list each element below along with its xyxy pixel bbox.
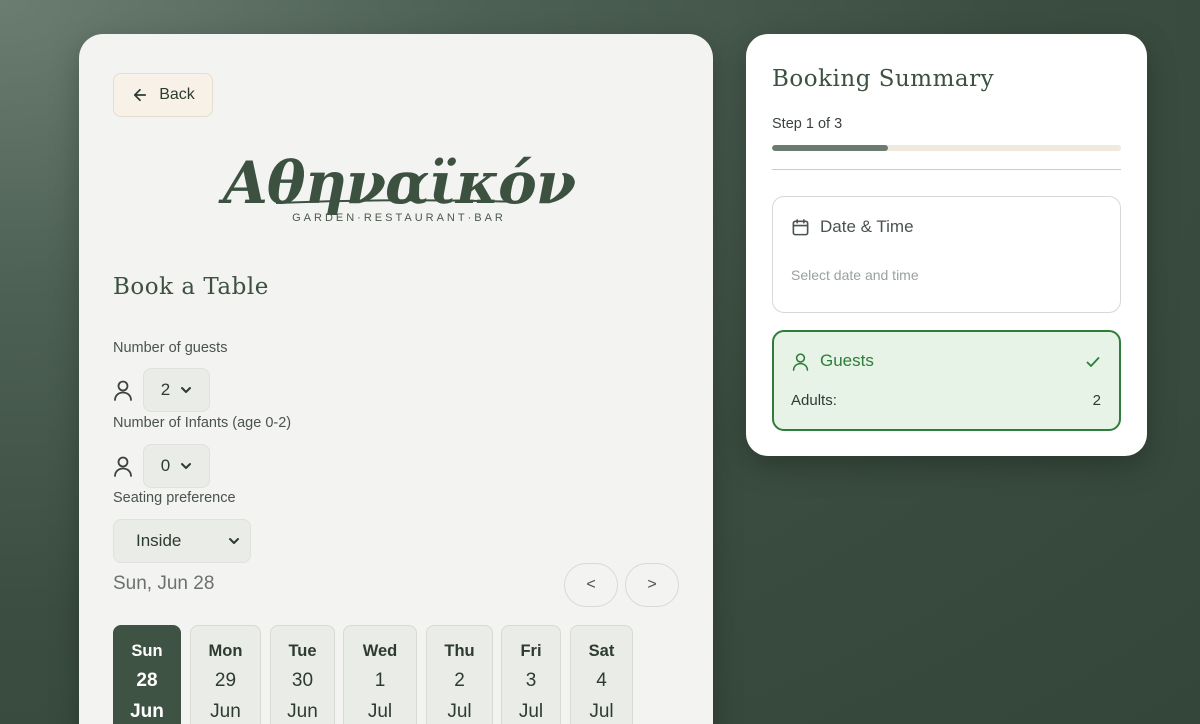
selected-date-heading: Sun, Jun 28 — [113, 573, 215, 594]
day-of-week: Thu — [444, 642, 475, 660]
booking-summary-card: Booking Summary Step 1 of 3 Date & Time … — [746, 34, 1147, 456]
seating-label: Seating preference — [113, 490, 236, 506]
day-number: 30 — [291, 670, 314, 691]
day-number: 28 — [136, 670, 158, 691]
day-month: Jun — [287, 701, 318, 722]
guests-select-value: 2 — [160, 380, 171, 399]
divider — [772, 169, 1121, 170]
summary-title: Booking Summary — [772, 66, 995, 92]
day-option[interactable]: Fri 3 Jul — [501, 625, 561, 724]
chevron-down-icon — [181, 463, 192, 469]
guests-section[interactable]: Guests Adults: 2 — [772, 330, 1121, 431]
chevron-down-icon — [229, 538, 239, 544]
day-option[interactable]: Sun 28 Jun — [113, 625, 181, 724]
day-of-week: Tue — [288, 642, 317, 660]
person-icon — [114, 380, 132, 401]
calendar-icon — [792, 218, 809, 235]
next-week-button[interactable]: > — [625, 563, 679, 607]
booking-card: Back Αθηναϊκόν GARDEN·RESTAURANT·BAR Boo… — [79, 34, 713, 724]
infants-select[interactable]: 0 — [143, 444, 210, 488]
adults-value: 2 — [1092, 392, 1101, 409]
page-title: Book a Table — [113, 274, 269, 300]
date-time-hint: Select date and time — [791, 267, 919, 283]
day-month: Jul — [518, 701, 544, 722]
back-button-label: Back — [159, 86, 195, 103]
logo-subtitle: GARDEN·RESTAURANT·BAR — [292, 212, 506, 224]
infants-select-value: 0 — [160, 456, 171, 475]
day-option[interactable]: Thu 2 Jul — [426, 625, 493, 724]
adults-label: Adults: — [791, 392, 837, 409]
day-number: 2 — [454, 670, 465, 691]
guests-select[interactable]: 2 — [143, 368, 210, 412]
seating-select[interactable]: Inside — [113, 519, 251, 563]
seating-select-value: Inside — [136, 531, 182, 550]
prev-week-button[interactable]: < — [564, 563, 618, 607]
guests-label: Number of guests — [113, 340, 228, 356]
day-number: 29 — [214, 670, 237, 691]
infants-label: Number of Infants (age 0-2) — [113, 415, 292, 431]
check-icon — [1086, 357, 1100, 367]
chevron-down-icon — [181, 387, 192, 393]
logo-swash — [275, 199, 523, 204]
day-month: Jul — [589, 701, 614, 722]
restaurant-logo: Αθηναϊκόν GARDEN·RESTAURANT·BAR — [223, 134, 576, 244]
day-option[interactable]: Mon 29 Jun — [190, 625, 261, 724]
progress-fill — [772, 145, 889, 151]
day-of-week: Wed — [362, 642, 398, 660]
step-indicator: Step 1 of 3 — [772, 116, 843, 132]
day-option[interactable]: Sat 4 Jul — [570, 625, 633, 724]
person-icon — [114, 456, 132, 477]
day-number: 1 — [374, 670, 386, 691]
day-month: Jun — [130, 701, 164, 722]
day-month: Jun — [210, 701, 241, 722]
progress-bar — [772, 145, 1121, 151]
day-option[interactable]: Wed 1 Jul — [343, 625, 417, 724]
guests-header: Guests — [791, 351, 874, 371]
date-time-section[interactable]: Date & Time Select date and time — [772, 196, 1121, 313]
back-button[interactable]: Back — [113, 73, 213, 117]
day-of-week: Sun — [131, 642, 163, 660]
day-of-week: Mon — [208, 642, 243, 660]
person-icon — [792, 352, 809, 371]
day-month: Jul — [367, 701, 393, 722]
guests-summary-label: Guests — [820, 351, 874, 370]
day-number: 3 — [525, 670, 537, 691]
date-time-header: Date & Time — [791, 217, 914, 237]
day-month: Jul — [447, 701, 472, 722]
date-time-label: Date & Time — [820, 217, 914, 236]
day-of-week: Fri — [520, 642, 542, 660]
day-number: 4 — [596, 670, 607, 691]
day-option[interactable]: Tue 30 Jun — [270, 625, 335, 724]
arrow-left-icon — [134, 88, 147, 102]
day-of-week: Sat — [588, 642, 615, 660]
